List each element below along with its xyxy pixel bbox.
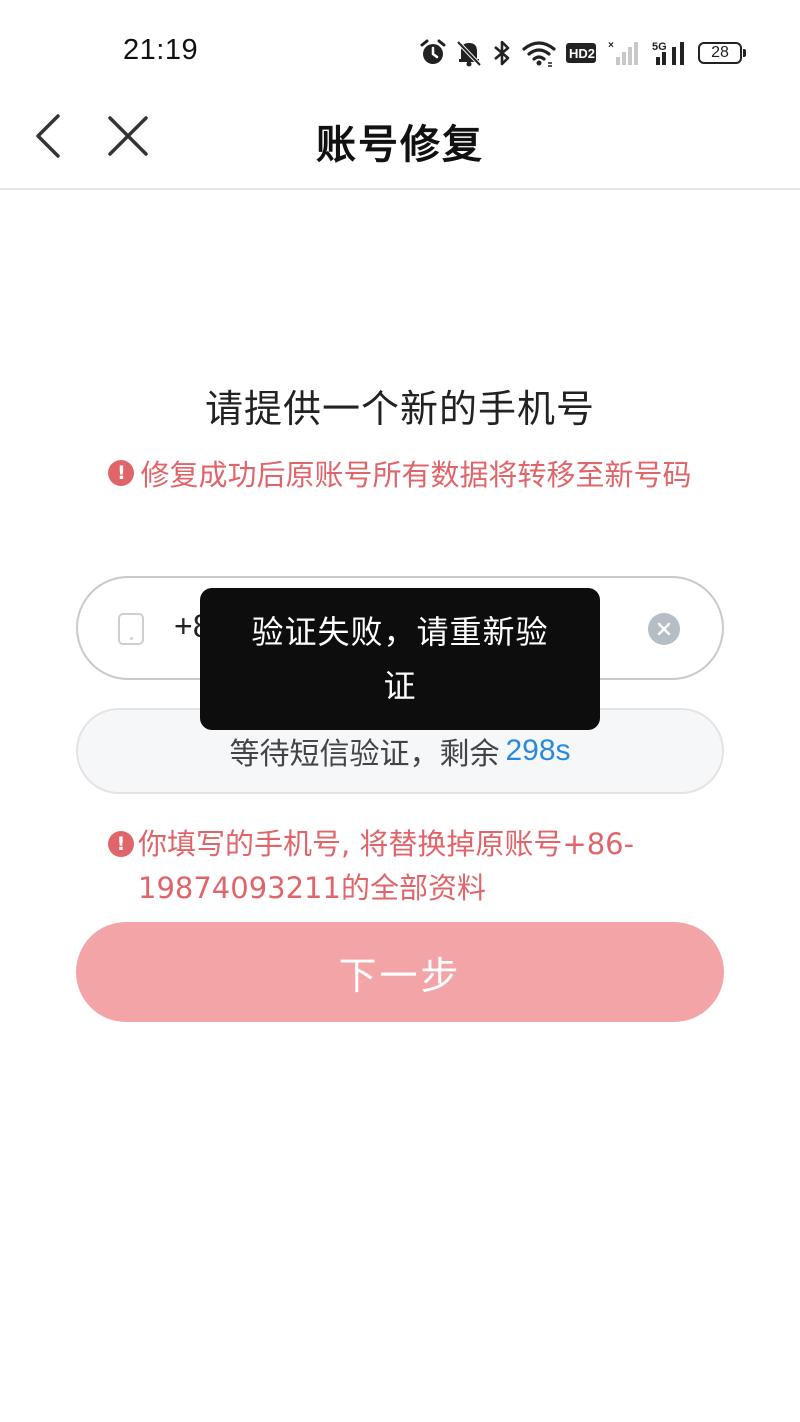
clear-icon — [657, 622, 671, 636]
replace-warning-line1: 你填写的手机号, 将替换掉原账号+86- — [138, 827, 635, 861]
warning-text: 修复成功后原账号所有数据将转移至新号码 — [140, 458, 692, 492]
mute-bell-icon — [456, 40, 482, 67]
hd-label: HD2 — [569, 46, 595, 61]
bluetooth-icon — [494, 40, 510, 66]
alarm-icon — [420, 39, 446, 64]
error-toast: 验证失败，请重新验证 — [200, 588, 600, 730]
sms-label: 等待短信验证，剩余 — [229, 737, 500, 772]
replace-account-warning: ! 你填写的手机号, 将替换掉原账号+86- 19874093211的全部资料 — [108, 822, 668, 910]
wifi-icon — [522, 41, 556, 67]
section-heading: 请提供一个新的手机号 — [204, 387, 595, 431]
svg-text:×: × — [608, 40, 614, 51]
hd-icon: HD2 — [566, 43, 596, 63]
clear-input-button[interactable] — [648, 613, 680, 645]
nav-bar: 账号修复 — [0, 100, 800, 190]
status-bar: 21:19 HD2 × 5G 28 — [0, 0, 800, 100]
page-title: 账号修复 — [316, 122, 484, 168]
replace-warning-line2: 19874093211的全部资料 — [138, 871, 486, 905]
battery-icon: 28 — [698, 42, 746, 64]
signal-empty-icon: × — [608, 40, 638, 65]
next-step-button[interactable]: 下一步 — [76, 922, 724, 1022]
account-repair-screen: 21:19 HD2 × 5G 28 账号修复 请提供一个新的手机号 ! 修复成功… — [0, 0, 800, 1422]
status-time: 21:19 — [123, 34, 199, 66]
net-label: 5G — [652, 41, 667, 53]
exclamation-icon: ! — [108, 460, 135, 486]
sms-countdown-value: 298s — [505, 734, 571, 767]
5g-signal-icon: 5G — [652, 41, 684, 65]
status-icons: HD2 × 5G 28 — [420, 36, 746, 70]
phone-icon — [118, 613, 144, 645]
exclamation-icon: ! — [108, 831, 134, 857]
battery-level: 28 — [711, 44, 729, 61]
data-transfer-warning: ! 修复成功后原账号所有数据将转移至新号码 — [0, 452, 800, 494]
